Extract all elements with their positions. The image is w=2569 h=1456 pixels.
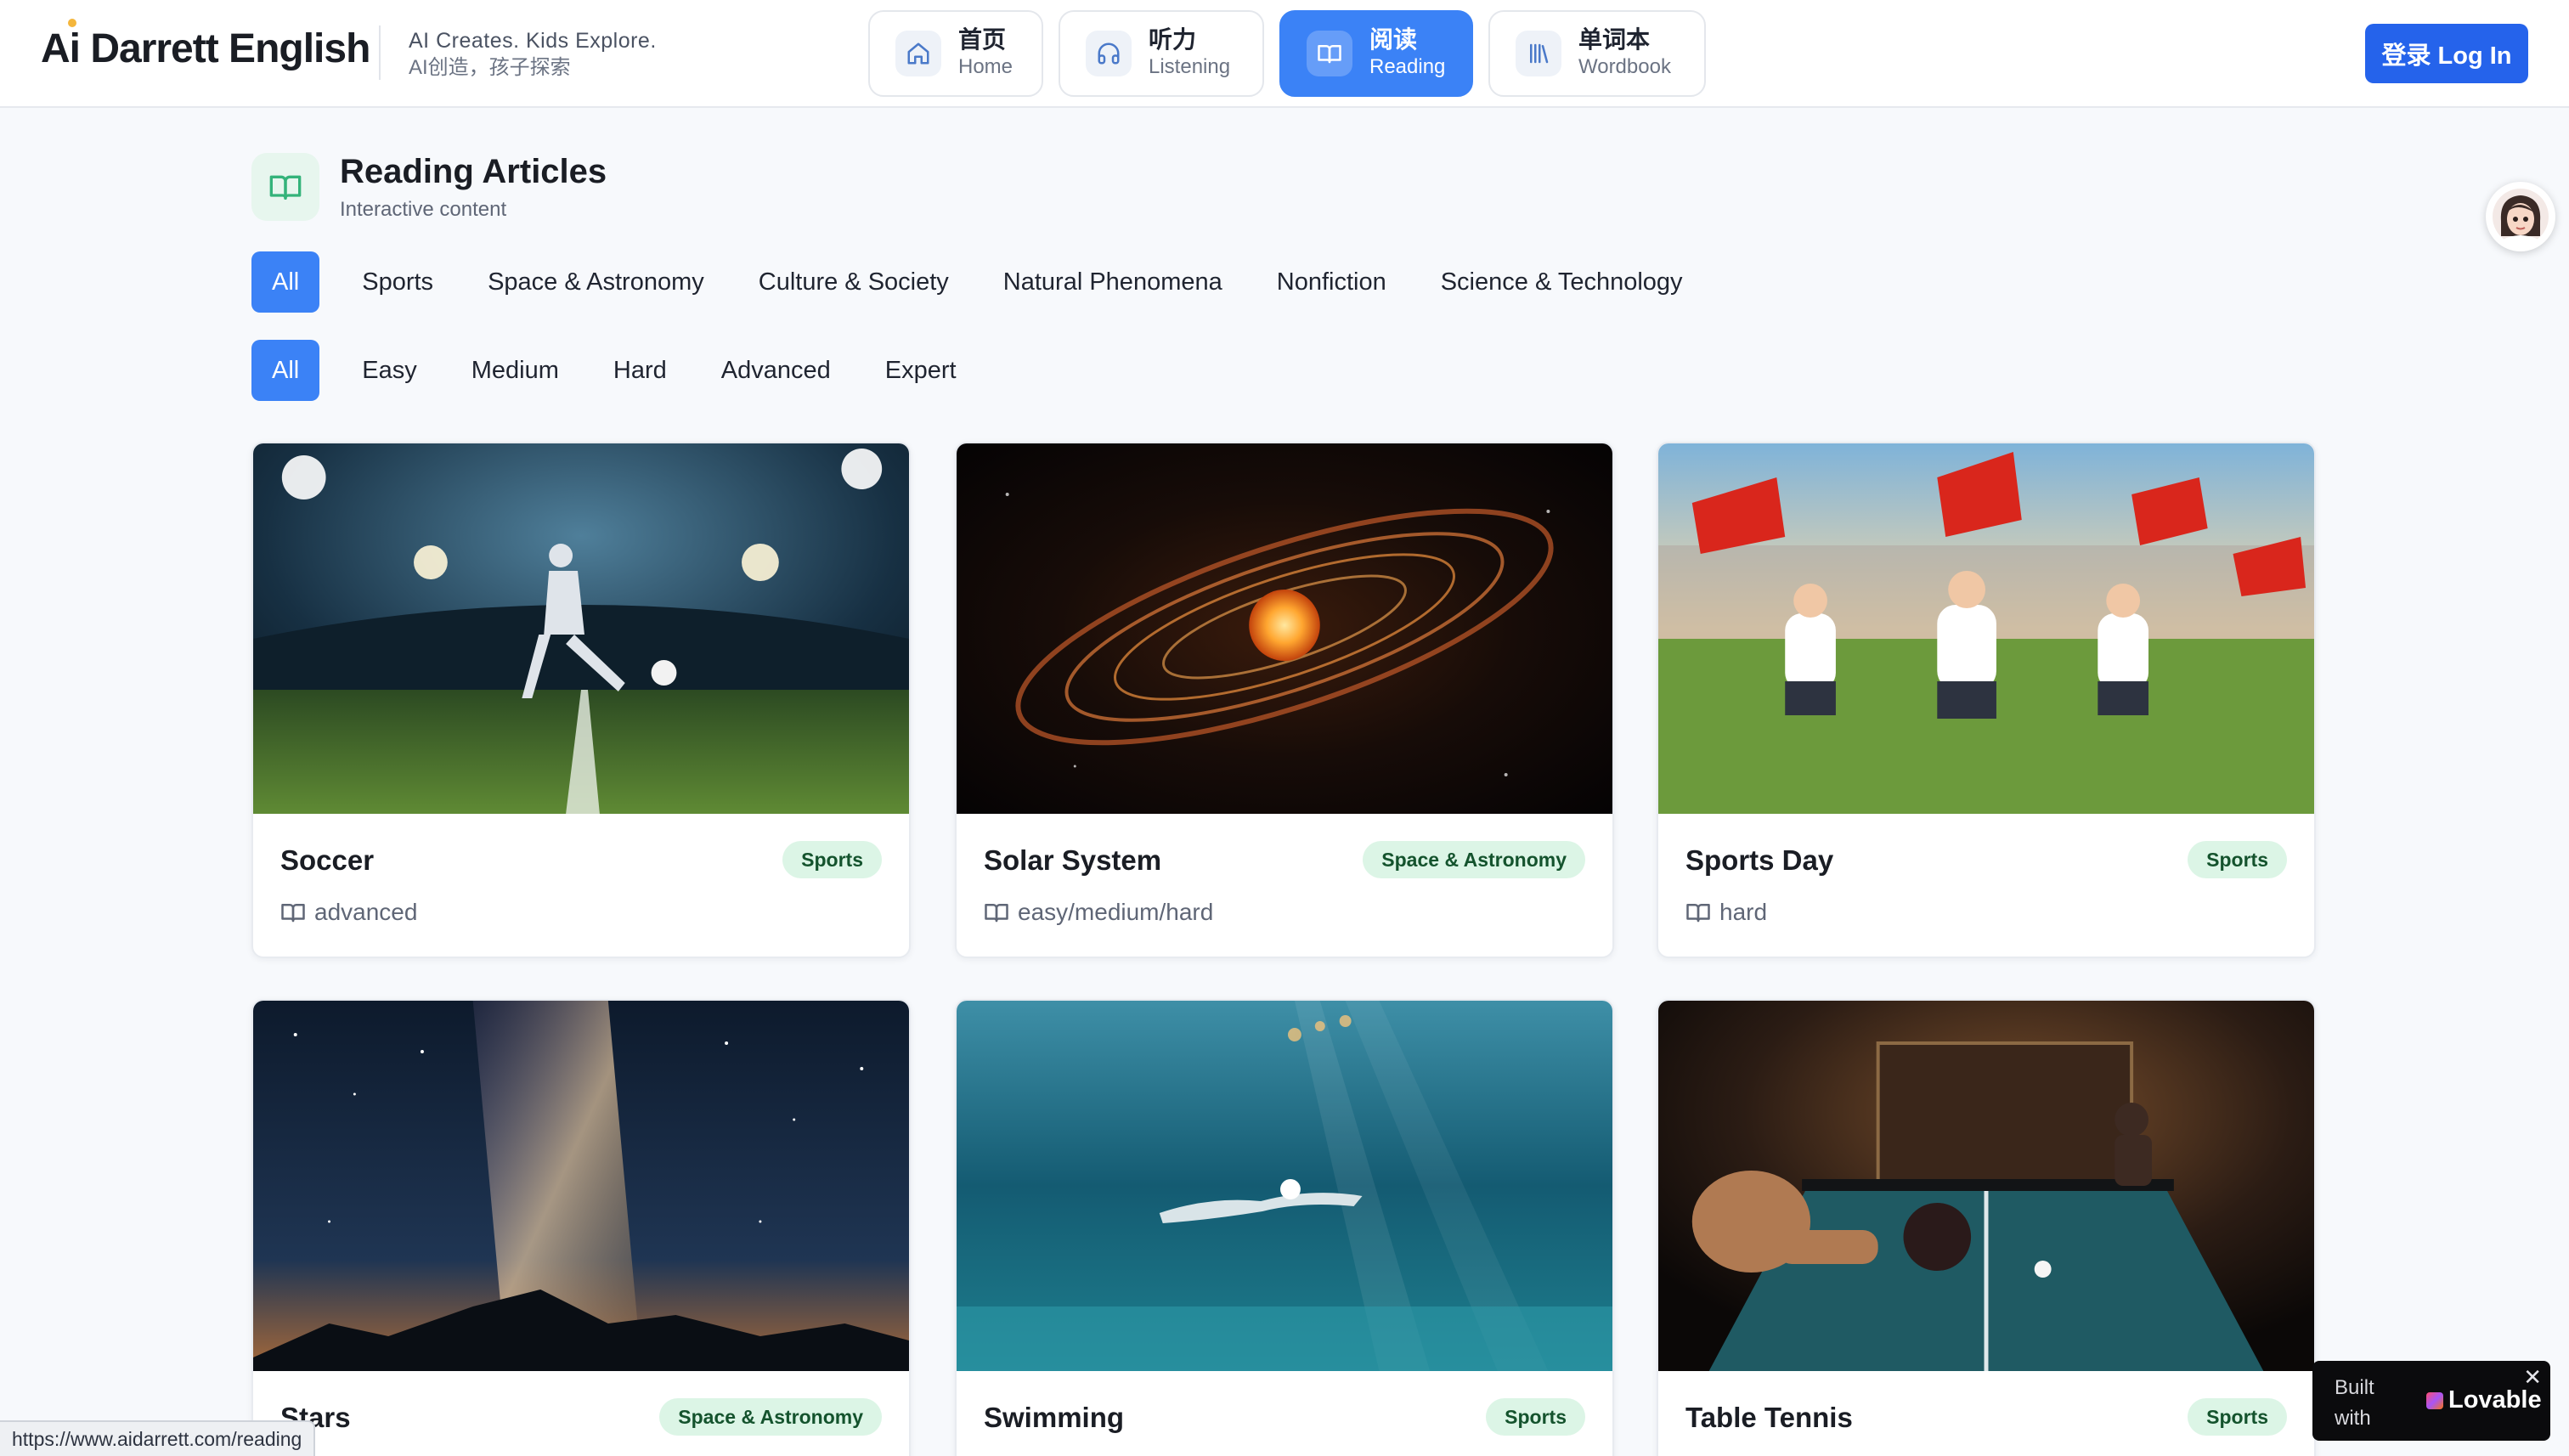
top-header: Ai Darrett English AI Creates. Kids Expl… [0, 0, 2569, 108]
book-open-icon [1686, 904, 1710, 923]
category-badge: Space & Astronomy [659, 1398, 882, 1436]
built-with-lovable-badge[interactable]: Built with Lovable ✕ [2312, 1361, 2550, 1441]
level-chip-medium[interactable]: Medium [448, 340, 583, 401]
article-level: hard [1685, 899, 1767, 926]
library-icon [1516, 31, 1561, 76]
category-filter: All Sports Space & Astronomy Culture & S… [251, 251, 1714, 313]
nav-listening[interactable]: 听力 Listening [1059, 10, 1264, 97]
article-card-body: Stars Space & Astronomy [253, 1371, 909, 1456]
article-image [253, 443, 909, 814]
article-title: Table Tennis [1685, 1402, 1853, 1433]
article-level-text: easy/medium/hard [1018, 899, 1214, 925]
category-chip-sports[interactable]: Sports [338, 251, 457, 313]
category-chip-science[interactable]: Science & Technology [1417, 251, 1707, 313]
nav-wordbook-zh: 单词本 [1578, 26, 1651, 53]
article-level: easy/medium/hard [984, 899, 1213, 926]
article-image [957, 1001, 1612, 1371]
category-chip-culture[interactable]: Culture & Society [735, 251, 973, 313]
nav-wordbook[interactable]: 单词本 Wordbook [1488, 10, 1706, 97]
category-badge: Sports [2188, 1398, 2287, 1436]
category-badge: Sports [2188, 841, 2287, 878]
article-level: advanced [280, 899, 417, 926]
article-image [1658, 1001, 2314, 1371]
nav-home-zh: 首页 [958, 26, 1007, 53]
book-open-icon [251, 153, 319, 221]
article-card-soccer[interactable]: Soccer Sports advanced [251, 442, 911, 958]
nav-reading-en: Reading [1369, 55, 1446, 78]
article-card-body: Table Tennis Sports [1658, 1371, 2314, 1456]
article-card-body: Swimming Sports [957, 1371, 1612, 1456]
article-image [1658, 443, 2314, 814]
built-with-text: Built with [2335, 1376, 2374, 1430]
tagline-zh: AI创造，孩子探索 [409, 56, 571, 79]
article-level-text: advanced [314, 899, 418, 925]
tagline-en: AI Creates. Kids Explore. [409, 29, 657, 53]
article-card-swimming[interactable]: Swimming Sports [955, 999, 1614, 1456]
article-title: Sports Day [1685, 844, 1834, 876]
level-chip-expert[interactable]: Expert [861, 340, 980, 401]
article-level-text: hard [1719, 899, 1768, 925]
category-chip-natural[interactable]: Natural Phenomena [980, 251, 1246, 313]
category-badge: Sports [782, 841, 882, 878]
lovable-heart-icon [2426, 1391, 2443, 1409]
article-card-solar-system[interactable]: Solar System Space & Astronomy easy/medi… [955, 442, 1614, 958]
level-chip-hard[interactable]: Hard [590, 340, 691, 401]
main-nav: 首页 Home 听力 Listening 阅读 Reading 单词本 Word… [868, 10, 1706, 97]
article-card-body: Soccer Sports advanced [253, 814, 909, 957]
article-card-body: Solar System Space & Astronomy easy/medi… [957, 814, 1612, 957]
app-logo[interactable]: Ai Darrett English [41, 25, 370, 72]
book-open-icon [281, 904, 305, 923]
assistant-avatar[interactable] [2486, 182, 2555, 251]
category-chip-nonfiction[interactable]: Nonfiction [1253, 251, 1410, 313]
article-image [253, 1001, 909, 1371]
book-open-icon [1307, 31, 1352, 76]
level-filter: All Easy Medium Hard Advanced Expert [251, 340, 987, 401]
login-button[interactable]: 登录 Log In [2365, 24, 2528, 83]
divider [379, 25, 381, 80]
article-card-sports-day[interactable]: Sports Day Sports hard [1657, 442, 2316, 958]
article-card-stars[interactable]: Stars Space & Astronomy [251, 999, 911, 1456]
category-badge: Sports [1486, 1398, 1585, 1436]
book-open-icon [985, 904, 1008, 923]
nav-reading[interactable]: 阅读 Reading [1279, 10, 1473, 97]
level-chip-all[interactable]: All [251, 340, 320, 401]
nav-reading-zh: 阅读 [1369, 26, 1418, 53]
nav-listening-zh: 听力 [1149, 26, 1197, 53]
level-chip-advanced[interactable]: Advanced [697, 340, 855, 401]
nav-listening-en: Listening [1149, 55, 1231, 78]
headphones-icon [1086, 31, 1132, 76]
status-bar-url: https://www.aidarrett.com/reading [0, 1420, 316, 1456]
nav-wordbook-en: Wordbook [1578, 55, 1671, 78]
nav-home-en: Home [958, 55, 1013, 78]
article-title: Swimming [984, 1402, 1125, 1433]
level-chip-easy[interactable]: Easy [338, 340, 440, 401]
article-card-body: Sports Day Sports hard [1658, 814, 2314, 957]
article-title: Soccer [280, 844, 375, 876]
article-image [957, 443, 1612, 814]
category-chip-space[interactable]: Space & Astronomy [464, 251, 728, 313]
article-title: Solar System [984, 844, 1162, 876]
page-title: Reading Articles [340, 153, 607, 190]
home-icon [895, 31, 941, 76]
nav-home[interactable]: 首页 Home [868, 10, 1043, 97]
category-chip-all[interactable]: All [251, 251, 320, 313]
article-card-table-tennis[interactable]: Table Tennis Sports [1657, 999, 2316, 1456]
category-badge: Space & Astronomy [1363, 841, 1585, 878]
tagline: AI Creates. Kids Explore. AI创造，孩子探索 [409, 27, 657, 82]
close-icon[interactable]: ✕ [2523, 1364, 2542, 1391]
page-subtitle: Interactive content [340, 198, 507, 221]
